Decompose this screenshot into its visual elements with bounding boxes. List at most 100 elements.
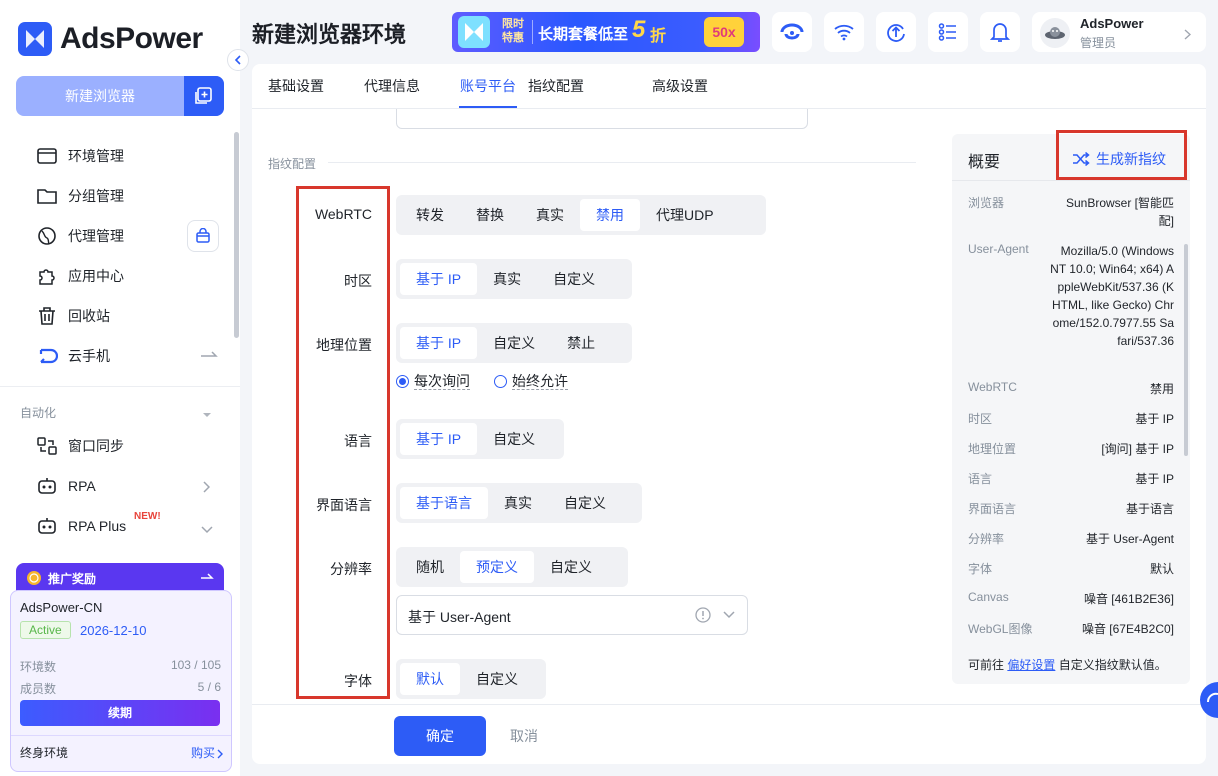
proxy-shop-button[interactable] [187,220,219,252]
sidebar-item-label: 代理管理 [68,228,124,244]
geo-radio-ask[interactable]: 每次询问 [396,373,470,390]
geo-option-custom[interactable]: 自定义 [477,327,551,359]
ui-language-option-by-language[interactable]: 基于语言 [400,487,488,519]
ad-text: 长期套餐低至 [538,26,629,43]
divider [952,180,1190,181]
resolution-option-random[interactable]: 随机 [400,551,460,583]
task-list-button[interactable] [928,12,968,52]
fingerprint-section-title: 指纹配置 [268,157,317,171]
ad-discount-unit: 折 [650,28,667,45]
footer-text-post: 自定义指纹默认值。 [1058,658,1167,672]
sidebar-item-label: 分组管理 [68,188,124,204]
resolution-option-predefined[interactable]: 预定义 [460,551,534,583]
overview-value: 基于 IP [1135,472,1174,486]
sidebar-scrollbar[interactable] [234,132,239,338]
folder-icon [37,189,57,204]
adspower-logo-icon [18,22,52,56]
list-icon [938,23,956,41]
sidebar-item-cloud-phone[interactable]: 云手机 [36,336,110,376]
divider [0,386,240,387]
add-batch-icon[interactable] [184,76,224,116]
overview-row: 字体 默认 [968,560,1174,578]
overview-scrollbar[interactable] [1184,244,1188,456]
sidebar-item-label: 应用中心 [68,268,124,284]
expiry-date: 2026-12-10 [80,623,147,638]
webrtc-option-disabled[interactable]: 禁用 [580,199,640,231]
preferences-link[interactable]: 偏好设置 [1007,658,1055,672]
sidebar-item-rpa[interactable]: RPA [36,466,96,506]
account-card: AdsPower-CN Active 2026-12-10 环境数 103 / … [10,590,232,772]
chevron-right-icon [1184,27,1192,45]
confirm-button[interactable]: 确定 [394,716,486,756]
geo-radio-ask-label: 每次询问 [414,373,470,390]
timezone-option-custom[interactable]: 自定义 [537,263,611,295]
webrtc-option-proxy-udp[interactable]: 代理UDP [640,199,730,231]
tab-proxy[interactable]: 代理信息 [364,64,420,108]
promo-ad-banner[interactable]: 限时 特惠 长期套餐低至 5 折 50x [452,12,760,52]
sidebar-item-trash[interactable]: 回收站 [36,296,110,336]
promo-banner[interactable]: 推广奖励 [16,563,224,593]
platform-url-input[interactable]: www.facebook.com [396,109,808,129]
font-option-custom[interactable]: 自定义 [460,663,534,695]
collapse-sidebar-button[interactable] [227,49,249,71]
footer-text-pre: 可前往 [968,658,1005,672]
caret-down-icon[interactable] [202,406,212,424]
geo-option-ip[interactable]: 基于 IP [400,327,478,359]
sidebar-item-apps[interactable]: 应用中心 [36,256,124,296]
overview-value: 基于 User-Agent [1085,532,1174,546]
overview-footer: 可前往 偏好设置 自定义指纹默认值。 [968,656,1167,673]
sidebar-item-groups[interactable]: 分组管理 [36,176,124,216]
chevron-down-icon[interactable] [201,521,213,539]
refresh-upload-icon [887,24,905,42]
cancel-button[interactable]: 取消 [510,726,538,746]
promo-title: 推广奖励 [48,571,97,586]
robot-icon [38,478,56,494]
resolution-option-custom[interactable]: 自定义 [534,551,608,583]
network-button[interactable] [824,12,864,52]
sidebar-item-proxy[interactable]: 代理管理 [36,216,124,256]
overview-key: Canvas [968,590,1009,604]
ui-language-option-custom[interactable]: 自定义 [548,487,622,519]
resolution-select[interactable]: 基于 User-Agent [396,595,748,635]
ui-language-option-real[interactable]: 真实 [488,487,548,519]
new-browser-button[interactable]: 新建浏览器 [16,76,224,116]
timezone-option-real[interactable]: 真实 [477,263,537,295]
language-option-ip[interactable]: 基于 IP [400,423,478,455]
overview-row: 分辨率 基于 User-Agent [968,530,1174,548]
info-icon [695,607,711,623]
bell-icon [990,23,1010,42]
overview-row: WebRTC 禁用 [968,380,1174,398]
overview-row: User-Agent Mozilla/5.0 (Windows NT 10.0; … [968,242,1174,350]
tab-account-platform[interactable]: 账号平台 [460,64,516,108]
buy-link[interactable]: 购买 [191,744,215,761]
geo-radio-allow[interactable]: 始终允许 [494,373,568,390]
sidebar-item-rpa-plus[interactable]: RPA Plus [36,506,126,546]
overview-value: 基于语言 [1125,502,1174,516]
upload-sync-button[interactable] [876,12,916,52]
webrtc-option-forward[interactable]: 转发 [400,199,460,231]
renew-button[interactable]: 续期 [20,700,220,726]
geo-option-block[interactable]: 禁止 [551,327,611,359]
overview-key: User-Agent [968,242,1029,256]
ui-language-options: 基于语言 真实 自定义 [396,483,642,523]
overview-key: 浏览器 [968,196,1005,210]
tab-fingerprint[interactable]: 指纹配置 [528,64,584,108]
webrtc-option-real[interactable]: 真实 [520,199,580,231]
tab-basic[interactable]: 基础设置 [268,64,324,108]
user-menu[interactable]: AdsPower 管理员 [1032,12,1206,52]
robot-icon [38,518,56,534]
overview-key: 字体 [968,562,993,576]
notifications-button[interactable] [980,12,1020,52]
language-option-custom[interactable]: 自定义 [477,423,551,455]
main-panel: 基础设置 代理信息 账号平台 指纹配置 高级设置 www.facebook.co… [252,64,1206,764]
timezone-option-ip[interactable]: 基于 IP [400,263,478,295]
sidebar-item-env[interactable]: 环境管理 [36,136,124,176]
sync-logo-button[interactable] [772,12,812,52]
overview-value: SunBrowser [智能匹配] [1065,196,1174,228]
font-option-default[interactable]: 默认 [400,663,460,695]
logo: AdsPower [18,22,203,56]
chevron-left-icon [234,55,241,65]
webrtc-option-replace[interactable]: 替换 [460,199,520,231]
sidebar-item-window-sync[interactable]: 窗口同步 [36,426,124,466]
tab-advanced[interactable]: 高级设置 [652,64,708,108]
